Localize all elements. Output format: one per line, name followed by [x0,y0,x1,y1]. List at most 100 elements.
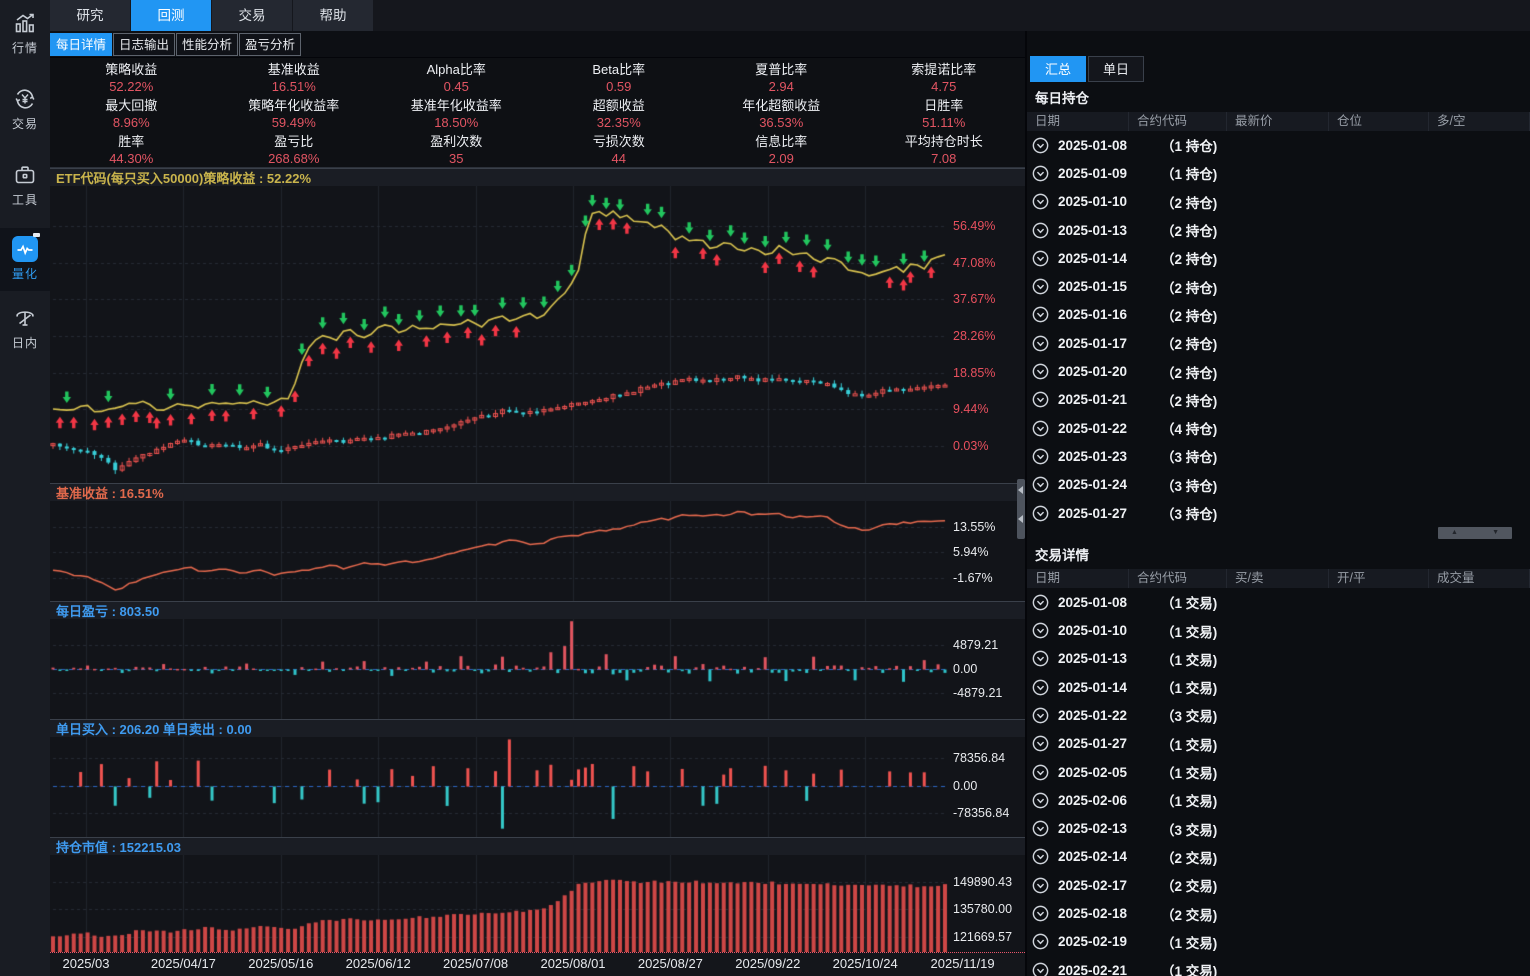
trade-row[interactable]: 2025-02-19 （1 交易) [1027,928,1530,956]
quant-wave-icon [12,236,38,262]
sidebar-item-intraday[interactable]: 日内 [0,305,50,351]
row-date: 2025-02-13 [1058,821,1150,836]
sidebar-item-trade[interactable]: 交易 [0,86,50,132]
holding-row[interactable]: 2025-01-15（2 持仓) [1027,272,1530,300]
row-summary: （1 交易) [1161,762,1217,782]
chevron-down-icon[interactable] [1032,933,1049,950]
trade-row[interactable]: 2025-02-21（1 交易) [1027,956,1530,976]
chevron-down-icon[interactable] [1032,505,1049,522]
nav-tab-help[interactable]: 帮助 [293,0,373,31]
row-summary: （2 持仓) [1161,390,1217,410]
pager-up-icon[interactable]: ▲ [1451,527,1458,539]
chevron-down-icon[interactable] [1032,448,1049,465]
trade-row[interactable]: 2025-01-08（1 交易) [1027,588,1530,616]
intraday-scale-icon [12,305,38,331]
nav-tab-trade[interactable]: 交易 [212,0,292,31]
trade-row[interactable]: 2025-02-13（3 交易) [1027,815,1530,843]
chevron-down-icon[interactable] [1032,679,1049,696]
chevron-down-icon[interactable] [1032,222,1049,239]
holding-row[interactable]: 2025-01-09（1 持仓) [1027,159,1530,187]
holding-row[interactable]: 2025-01-24（3 持仓) [1027,471,1530,499]
trade-row[interactable]: 2025-01-27（1 交易) [1027,730,1530,758]
holding-row[interactable]: 2025-01-13（2 持仓) [1027,216,1530,244]
trade-row[interactable]: 2025-02-14（2 交易) [1027,843,1530,871]
chevron-down-icon[interactable] [1032,622,1049,639]
vertical-scrollbar[interactable] [1017,479,1025,539]
tab-log-output[interactable]: 日志输出 [113,33,175,56]
trades-col-header: 日期 [1027,569,1129,588]
holdings-list: 2025-01-08（1 持仓)2025-01-09（1 持仓)2025-01-… [1027,131,1530,527]
chevron-down-icon[interactable] [1032,250,1049,267]
chart-section-benchmark: 基准收益 : 16.51%13.55%5.94%-1.67% [50,483,1025,601]
tab-performance[interactable]: 性能分析 [176,33,238,56]
chevron-down-icon[interactable] [1032,420,1049,437]
holding-row[interactable]: 2025-01-27（3 持仓) [1027,499,1530,527]
sidebar-item-label: 交易 [12,115,38,132]
benchmark-chart-canvas[interactable] [50,501,1025,601]
position-value-chart-canvas[interactable] [50,855,1025,952]
holding-row[interactable]: 2025-01-23（3 持仓) [1027,442,1530,470]
chevron-down-icon[interactable] [1032,962,1049,976]
pager-down-icon[interactable]: ▼ [1492,527,1499,539]
right-tab-summary[interactable]: 汇总 [1030,56,1086,82]
chevron-down-icon[interactable] [1032,306,1049,323]
chevron-down-icon[interactable] [1032,650,1049,667]
chevron-down-icon[interactable] [1032,193,1049,210]
holding-row[interactable]: 2025-01-17（2 持仓) [1027,329,1530,357]
daily-buy-sell-chart-canvas[interactable] [50,737,1025,837]
holding-row[interactable]: 2025-01-10（2 持仓) [1027,188,1530,216]
trade-row[interactable]: 2025-02-17（2 交易) [1027,871,1530,899]
chevron-down-icon[interactable] [1032,335,1049,352]
chevron-down-icon[interactable] [1032,877,1049,894]
tab-daily-detail[interactable]: 每日详情 [50,33,112,56]
trade-row[interactable]: 2025-01-13（1 交易) [1027,645,1530,673]
sidebar-item-market[interactable]: 行情 [0,10,50,56]
stat-cell: 胜率44.30% [50,131,213,167]
holding-row[interactable]: 2025-01-16（2 持仓) [1027,301,1530,329]
trade-row[interactable]: 2025-02-18（2 交易) [1027,899,1530,927]
right-tab-single-day[interactable]: 单日 [1088,56,1144,82]
tab-pnl-analysis[interactable]: 盈亏分析 [239,33,301,56]
row-summary: （2 持仓) [1161,192,1217,212]
trade-row[interactable]: 2025-02-05（1 交易) [1027,758,1530,786]
y-tick-label: 47.08% [953,256,995,270]
y-tick-label: 121669.57 [953,930,1012,944]
sidebar-item-quant[interactable]: 量化 [0,228,50,291]
trade-row[interactable]: 2025-01-14（1 交易) [1027,673,1530,701]
stat-label: Beta比率 [538,61,701,78]
chevron-down-icon[interactable] [1032,278,1049,295]
nav-tab-backtest[interactable]: 回测 [131,0,211,31]
chart-title: ETF代码(每只买入50000)策略收益 : 52.22% [56,168,311,187]
holding-row[interactable]: 2025-01-22（4 持仓) [1027,414,1530,442]
stat-label: 夏普比率 [700,61,863,78]
chevron-down-icon[interactable] [1032,905,1049,922]
holdings-pager[interactable]: ▲▼ [1438,527,1512,539]
holding-row[interactable]: 2025-01-08（1 持仓) [1027,131,1530,159]
chevron-down-icon[interactable] [1032,165,1049,182]
holding-row[interactable]: 2025-01-14（2 持仓) [1027,244,1530,272]
chevron-down-icon[interactable] [1032,363,1049,380]
holding-row[interactable]: 2025-01-20（2 持仓) [1027,357,1530,385]
strategy-chart-canvas[interactable] [50,186,1025,483]
sidebar-item-tools[interactable]: 工具 [0,162,50,208]
trade-row[interactable]: 2025-02-06（1 交易) [1027,786,1530,814]
chevron-down-icon[interactable] [1032,391,1049,408]
row-summary: （1 交易) [1161,621,1217,641]
row-date: 2025-02-19 [1058,934,1150,949]
chevron-down-icon[interactable] [1032,137,1049,154]
nav-tab-research[interactable]: 研究 [50,0,130,31]
chevron-down-icon[interactable] [1032,792,1049,809]
chevron-down-icon[interactable] [1032,735,1049,752]
row-summary: （1 交易) [1161,932,1217,952]
trade-row[interactable]: 2025-01-22（3 交易) [1027,701,1530,729]
holding-row[interactable]: 2025-01-21（2 持仓) [1027,386,1530,414]
chevron-down-icon[interactable] [1032,820,1049,837]
chevron-down-icon[interactable] [1032,707,1049,724]
trade-row[interactable]: 2025-01-10（1 交易) [1027,616,1530,644]
chevron-down-icon[interactable] [1032,848,1049,865]
chevron-down-icon[interactable] [1032,764,1049,781]
holdings-table-header: 日期合约代码最新价仓位多/空 [1027,112,1530,131]
daily-pnl-chart-canvas[interactable] [50,619,1025,719]
chevron-down-icon[interactable] [1032,476,1049,493]
chevron-down-icon[interactable] [1032,594,1049,611]
